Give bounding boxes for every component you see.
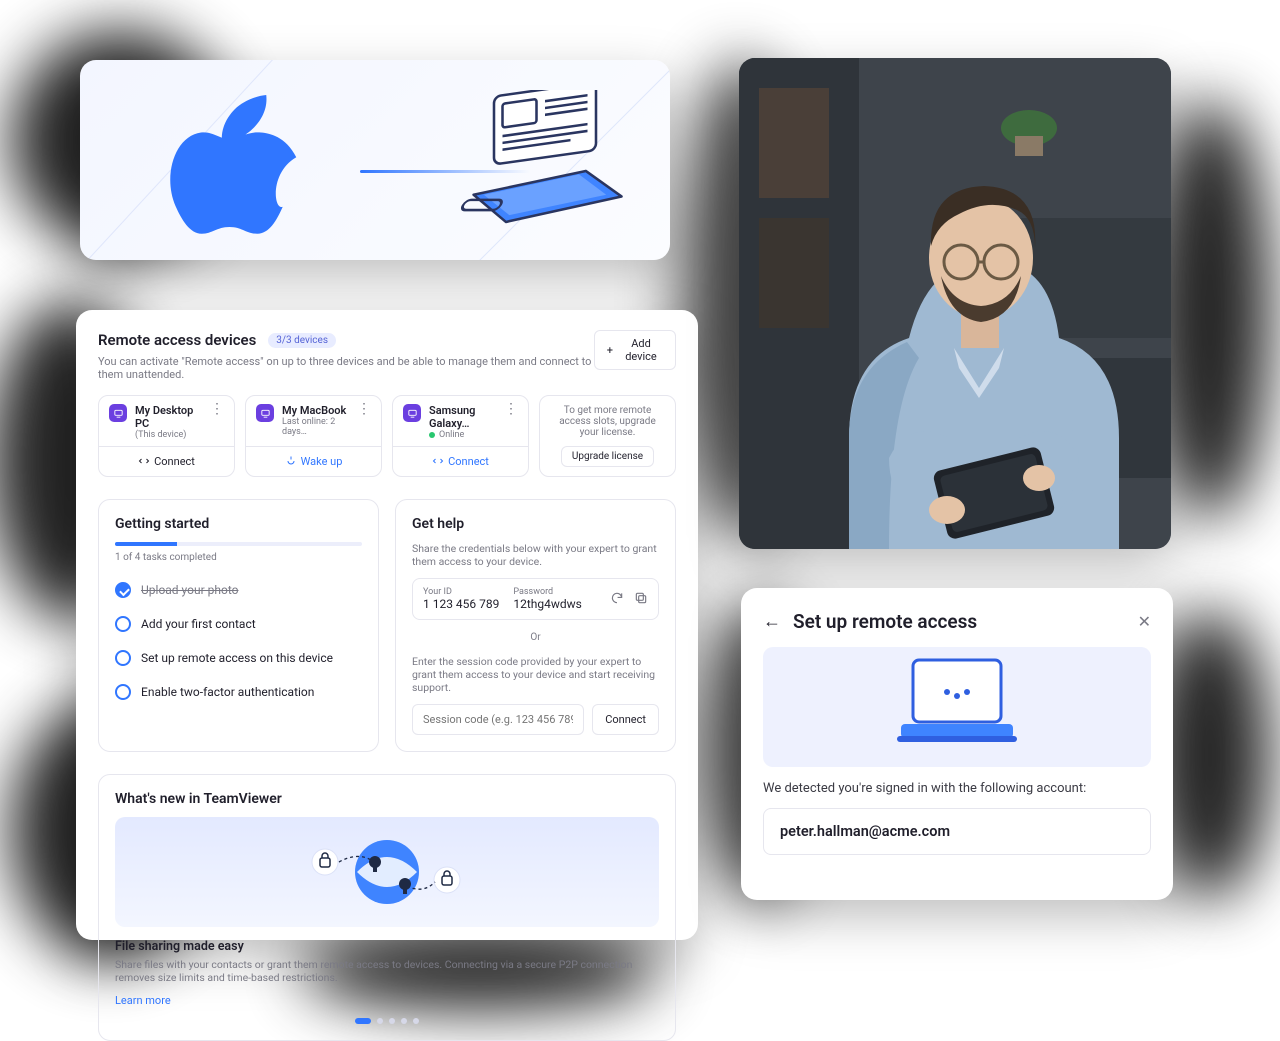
copy-icon[interactable]	[634, 590, 648, 609]
get-help-share-text: Share the credentials below with your ex…	[412, 542, 659, 568]
device-meta: Online	[429, 430, 496, 440]
dialog-title: Set up remote access	[793, 610, 977, 633]
device-icon	[256, 404, 274, 422]
whats-new-heading: What's new in TeamViewer	[115, 791, 659, 807]
session-connect-button[interactable]: Connect	[592, 704, 659, 735]
device-card[interactable]: My MacBookLast online: 2 days… ⋮ Wake up	[245, 395, 382, 477]
task-item[interactable]: Add your first contact	[115, 607, 362, 641]
check-done-icon	[115, 582, 131, 598]
task-label: Add your first contact	[141, 617, 256, 631]
device-action[interactable]: Connect	[99, 446, 234, 476]
device-action[interactable]: Connect	[393, 446, 528, 476]
device-meta: (This device)	[135, 430, 202, 440]
news-learn-more-link[interactable]: Learn more	[115, 994, 171, 1007]
your-id-value: 1 123 456 789	[423, 597, 499, 611]
device-more-icon[interactable]: ⋮	[504, 404, 518, 414]
task-item[interactable]: Upload your photo	[115, 573, 362, 607]
task-list: Upload your photo Add your first contact S…	[115, 573, 362, 709]
add-device-label: Add device	[619, 337, 663, 363]
device-name: My MacBook	[282, 404, 349, 417]
upgrade-text: To get more remote access slots, upgrade…	[550, 405, 665, 438]
device-name: My Desktop PC	[135, 404, 202, 430]
upgrade-license-button[interactable]: Upgrade license	[561, 446, 654, 467]
check-empty-icon	[115, 616, 131, 632]
dialog-message: We detected you're signed in with the fo…	[763, 781, 1151, 796]
devices-subtitle: You can activate "Remote access" on up t…	[98, 355, 594, 381]
getting-started-title: Getting started	[115, 516, 362, 532]
device-more-icon[interactable]: ⋮	[357, 404, 371, 414]
dialog-illustration	[763, 647, 1151, 767]
upgrade-card: To get more remote access slots, upgrade…	[539, 395, 676, 477]
or-divider: Or	[412, 632, 659, 643]
session-code-input[interactable]	[412, 704, 584, 735]
user-photo	[739, 58, 1171, 549]
get-help-panel: Get help Share the credentials below wit…	[395, 499, 676, 752]
refresh-icon[interactable]	[610, 590, 624, 609]
your-id-label: Your ID	[423, 587, 499, 597]
news-item-body: Share files with your contacts or grant …	[115, 958, 659, 984]
getting-started-panel: Getting started 1 of 4 tasks completed U…	[98, 499, 379, 752]
apple-icon	[170, 95, 310, 245]
check-empty-icon	[115, 650, 131, 666]
device-card[interactable]: Samsung Galaxy…Online ⋮ Connect	[392, 395, 529, 477]
news-item-title: File sharing made easy	[115, 939, 659, 954]
task-label: Enable two-factor authentication	[141, 685, 314, 699]
dashboard-card: Remote access devices 3/3 devices You ca…	[76, 310, 698, 940]
device-action[interactable]: Wake up	[246, 446, 381, 476]
get-help-title: Get help	[412, 516, 659, 532]
device-icon	[109, 404, 127, 422]
whats-new-panel: What's new in TeamViewer File sharing ma…	[98, 774, 676, 1041]
password-label: Password	[513, 587, 582, 597]
devices-heading: Remote access devices	[98, 331, 256, 349]
plus-icon: +	[607, 344, 613, 357]
back-arrow-icon[interactable]: ←	[763, 611, 781, 632]
dialog-account: peter.hallman@acme.com	[763, 808, 1151, 855]
credentials-box: Your ID 1 123 456 789 Password 12thg4wdw…	[412, 578, 659, 620]
setup-dialog: ← Set up remote access ✕ We detected you…	[741, 588, 1173, 900]
task-item[interactable]: Set up remote access on this device	[115, 641, 362, 675]
get-help-enter-text: Enter the session code provided by your …	[412, 655, 659, 694]
hero-banner	[80, 60, 670, 260]
laptop-icon	[460, 90, 630, 240]
device-card[interactable]: My Desktop PC(This device) ⋮ Connect	[98, 395, 235, 477]
device-meta: Last online: 2 days…	[282, 417, 349, 437]
password-value: 12thg4wdws	[513, 597, 582, 611]
devices-count-badge: 3/3 devices	[268, 333, 336, 348]
devices-grid: My Desktop PC(This device) ⋮ Connect My Mac…	[98, 395, 676, 477]
whats-new-illustration	[115, 817, 659, 927]
close-icon[interactable]: ✕	[1138, 612, 1151, 631]
device-name: Samsung Galaxy…	[429, 404, 496, 430]
add-device-button[interactable]: + Add device	[594, 330, 676, 370]
task-item[interactable]: Enable two-factor authentication	[115, 675, 362, 709]
task-label: Set up remote access on this device	[141, 651, 333, 665]
task-label: Upload your photo	[141, 583, 239, 597]
device-icon	[403, 404, 421, 422]
check-empty-icon	[115, 684, 131, 700]
progress-bar	[115, 542, 362, 546]
device-more-icon[interactable]: ⋮	[210, 404, 224, 414]
carousel-dots[interactable]	[115, 1018, 659, 1024]
progress-text: 1 of 4 tasks completed	[115, 552, 362, 563]
